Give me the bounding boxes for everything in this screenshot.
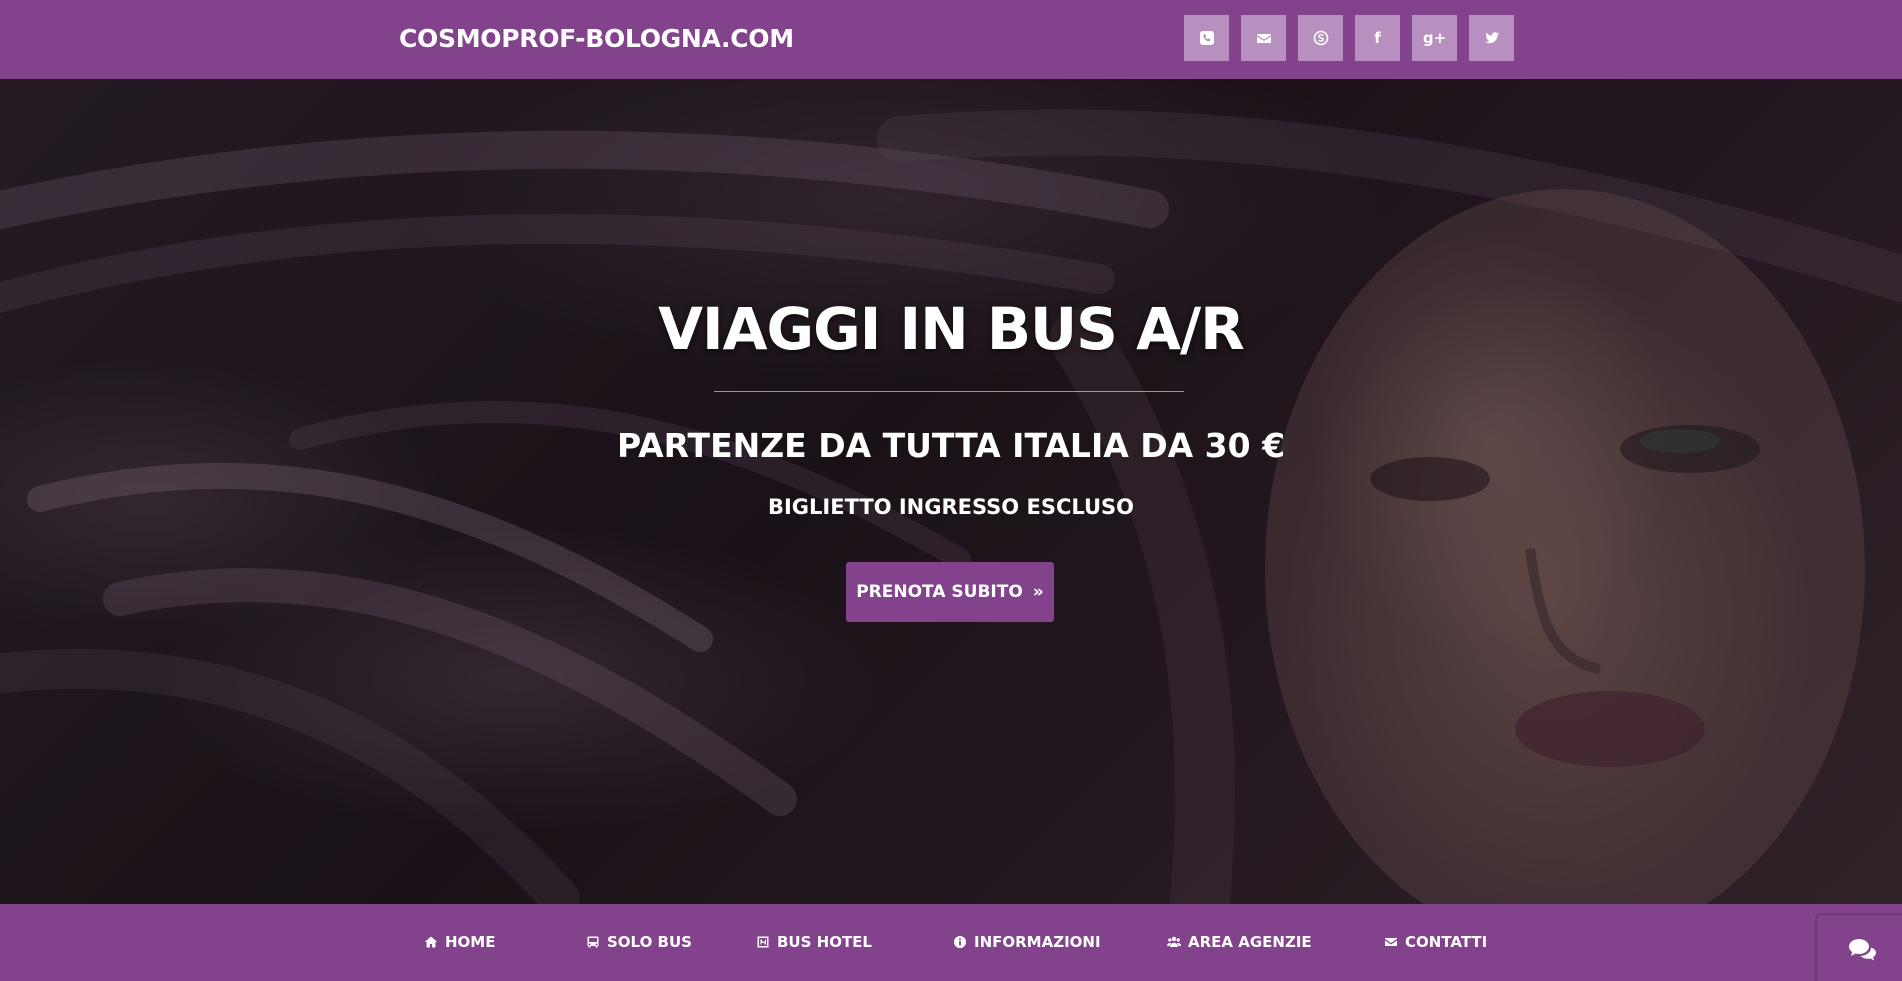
users-icon (1167, 936, 1181, 947)
nav-item-informazioni[interactable]: INFORMAZIONI (953, 931, 1101, 953)
email-button[interactable] (1241, 15, 1286, 61)
phone-icon (1199, 31, 1214, 45)
nav-item-label: INFORMAZIONI (974, 933, 1101, 951)
envelope-icon (1256, 34, 1271, 43)
chat-bubbles-icon (1849, 939, 1876, 961)
twitter-button[interactable] (1469, 15, 1514, 61)
skype-icon (1313, 30, 1328, 46)
chat-widget-button[interactable] (1815, 913, 1902, 981)
envelope-icon (1385, 938, 1397, 946)
home-icon (424, 936, 438, 948)
nav-item-bus-hotel[interactable]: BUS HOTEL (756, 931, 872, 953)
social-links: f g+ (1184, 15, 1514, 61)
hero-divider (714, 391, 1184, 392)
nav-item-area-agenzie[interactable]: AREA AGENZIE (1167, 931, 1312, 953)
nav-item-label: SOLO BUS (607, 933, 692, 951)
info-icon (954, 936, 966, 948)
book-now-label: PRENOTA SUBITO (856, 582, 1023, 602)
skype-button[interactable] (1298, 15, 1343, 61)
nav-item-home[interactable]: HOME (424, 931, 495, 953)
bus-icon (587, 936, 599, 948)
site-logo[interactable]: COSMOPROF-BOLOGNA.COM (399, 24, 794, 53)
hero-subtitle: PARTENZE DA TUTTA ITALIA DA 30 € (616, 426, 1286, 465)
hero-overlay (0, 79, 1902, 904)
hero-banner: VIAGGI IN BUS A/R PARTENZE DA TUTTA ITAL… (0, 79, 1902, 904)
top-header: COSMOPROF-BOLOGNA.COM f g+ (0, 0, 1902, 79)
hero-note: BIGLIETTO INGRESSO ESCLUSO (767, 495, 1135, 519)
twitter-icon (1484, 32, 1499, 44)
nav-item-label: HOME (445, 933, 496, 951)
phone-button[interactable] (1184, 15, 1229, 61)
nav-item-label: CONTATTI (1405, 933, 1488, 951)
hotel-icon (757, 936, 769, 948)
google-plus-icon: g+ (1422, 29, 1447, 47)
main-navigation: HOME SOLO BUS BUS HOTEL INFORMAZIONI ARE… (0, 904, 1902, 981)
facebook-button[interactable]: f (1355, 15, 1400, 61)
facebook-icon: f (1374, 29, 1381, 47)
book-now-button[interactable]: PRENOTA SUBITO » (846, 562, 1054, 622)
double-chevron-right-icon: » (1032, 582, 1044, 602)
nav-item-label: BUS HOTEL (777, 933, 872, 951)
google-plus-button[interactable]: g+ (1412, 15, 1457, 61)
nav-item-contatti[interactable]: CONTATTI (1384, 931, 1487, 953)
nav-item-solo-bus[interactable]: SOLO BUS (586, 931, 692, 953)
nav-item-label: AREA AGENZIE (1188, 933, 1312, 951)
hero-title: VIAGGI IN BUS A/R (658, 295, 1245, 363)
